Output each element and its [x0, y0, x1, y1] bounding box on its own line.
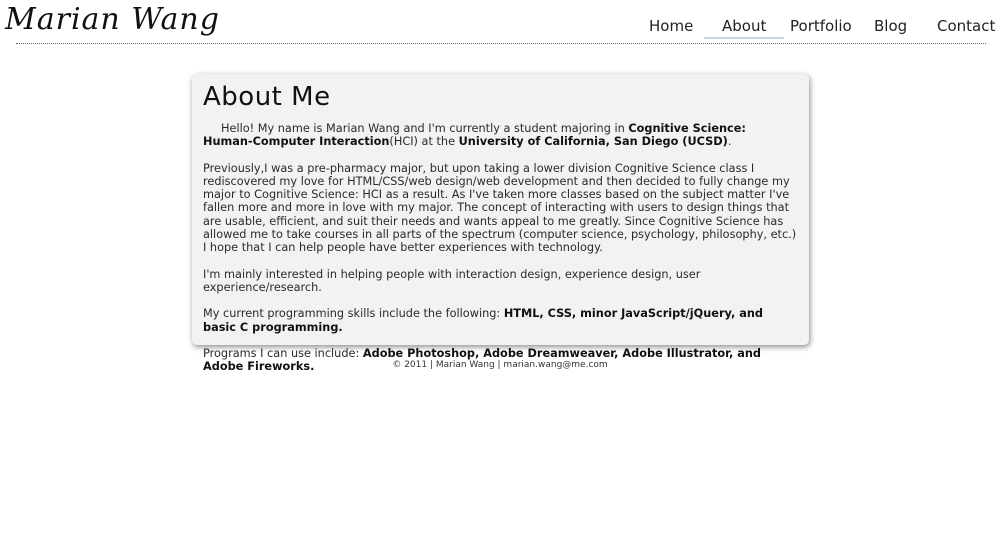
copyright-text: © 2011 | Marian Wang |: [392, 360, 504, 370]
programs-intro: Programs I can use include:: [203, 346, 363, 360]
intro-paragraph: Hello! My name is Marian Wang and I'm cu…: [203, 122, 798, 149]
school-text: University of California, San Diego (UCS…: [458, 135, 728, 149]
skills-intro: My current programming skills include th…: [203, 307, 504, 321]
nav-blog[interactable]: Blog: [874, 16, 907, 36]
main-nav: Home About Portfolio Blog Contact: [0, 16, 1000, 40]
interests-paragraph: I'm mainly interested in helping people …: [203, 267, 701, 294]
nav-home[interactable]: Home: [649, 16, 693, 36]
nav-about[interactable]: About: [703, 16, 785, 39]
header-divider: [16, 43, 986, 44]
email-link[interactable]: marian.wang@me.com: [503, 360, 607, 370]
background-paragraph: Previously,I was a pre-pharmacy major, b…: [203, 161, 797, 255]
site-header: Marian Wang Home About Portfolio Blog Co…: [0, 0, 1000, 44]
about-card: About Me Hello! My name is Marian Wang a…: [192, 74, 809, 373]
skills-paragraph: My current programming skills include th…: [203, 307, 798, 334]
nav-contact[interactable]: Contact: [937, 16, 995, 36]
intro-text-3: .: [727, 135, 732, 149]
intro-text-2: (HCI) at the: [389, 135, 459, 149]
page-title: About Me: [203, 82, 331, 112]
nav-portfolio[interactable]: Portfolio: [790, 16, 852, 36]
intro-text: Hello! My name is Marian Wang and I'm cu…: [221, 122, 629, 135]
site-footer: © 2011 | Marian Wang | marian.wang@me.co…: [0, 360, 1000, 370]
